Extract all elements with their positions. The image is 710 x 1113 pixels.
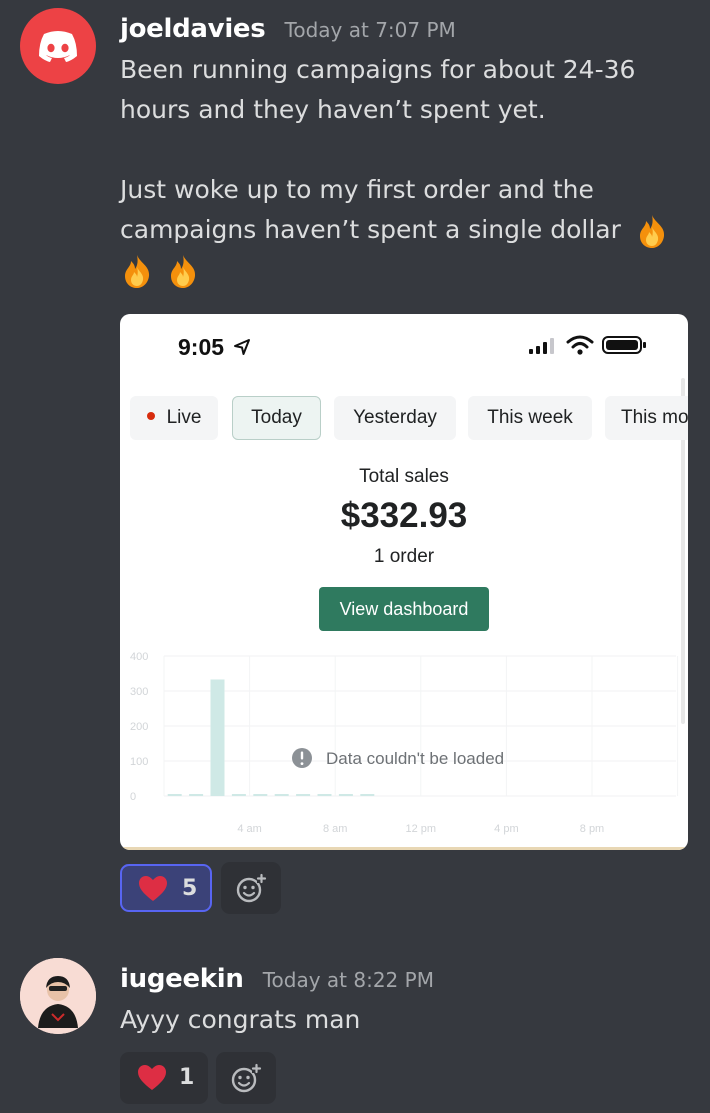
- tab-label: Live: [166, 407, 202, 428]
- add-reaction-icon: [231, 1063, 262, 1093]
- view-dashboard-button[interactable]: View dashboard: [319, 587, 489, 631]
- message-header: joeldavies Today at 7:07 PM: [120, 14, 456, 44]
- chart-bar: [231, 794, 246, 796]
- chart-error-text: Data couldn't be loaded: [326, 749, 504, 768]
- tab-this-month[interactable]: This mo: [605, 396, 688, 440]
- chart-bar: [210, 679, 225, 796]
- message-line: Just woke up to my first order and the: [120, 175, 594, 204]
- image-attachment[interactable]: 9:05 Live Today Yesterday This week This…: [120, 314, 688, 850]
- fire-emoji-icon: [170, 255, 196, 288]
- error-icon-dot: [300, 762, 304, 765]
- chart-bar: [167, 794, 182, 796]
- chart-bar: [296, 794, 311, 796]
- message-joeldavies: joeldavies Today at 7:07 PM Been running…: [0, 0, 710, 940]
- heart-emoji-icon: [139, 876, 167, 901]
- chart-bar: [189, 794, 204, 796]
- avatar-iugeekin[interactable]: [20, 958, 96, 1034]
- timestamp: Today at 7:07 PM: [284, 18, 456, 42]
- username[interactable]: iugeekin: [120, 964, 244, 994]
- message-iugeekin: iugeekin Today at 8:22 PM Ayyy congrats …: [0, 950, 710, 1113]
- message-line-text: campaigns haven’t spent a single dollar: [120, 215, 621, 244]
- total-sales-value: $332.93: [340, 496, 468, 535]
- avatar-image: [20, 958, 96, 1034]
- x-tick-label: 12 pm: [406, 823, 437, 835]
- chart-bar: [253, 794, 268, 796]
- fire-emoji-icon: [125, 255, 150, 288]
- x-tick-label: 4 pm: [494, 823, 518, 835]
- y-tick-label: 100: [130, 756, 148, 768]
- sales-chart: 400 300 200 100 0 4 am 8 am 12 pm 4 pm 8 pm Data…: [130, 651, 679, 835]
- tab-label: Yesterday: [353, 407, 437, 428]
- chart-bar: [317, 794, 332, 796]
- live-dot-icon: [146, 411, 155, 420]
- wifi-icon: [566, 335, 594, 355]
- message-header: iugeekin Today at 8:22 PM: [120, 964, 434, 994]
- message-content: Been running campaigns for about 24-36 h…: [120, 50, 680, 290]
- timestamp: Today at 8:22 PM: [262, 968, 434, 992]
- y-tick-label: 300: [130, 686, 148, 698]
- tab-label: This mo: [621, 407, 688, 428]
- tab-label: Today: [251, 407, 302, 428]
- message-line: Been running campaigns for about 24-36: [120, 55, 636, 84]
- y-tick-label: 400: [130, 651, 148, 663]
- chart-bar: [274, 794, 289, 796]
- tab-label: This week: [487, 407, 573, 428]
- battery-icon: [602, 336, 646, 354]
- x-tick-label: 8 am: [323, 823, 347, 835]
- message-line: Ayyy congrats man: [120, 1005, 361, 1034]
- add-reaction-icon: [236, 873, 267, 903]
- heart-emoji-icon: [138, 1065, 166, 1090]
- add-reaction-button[interactable]: [221, 862, 281, 914]
- order-count: 1 order: [373, 546, 435, 567]
- discord-logo-icon: [39, 31, 77, 62]
- y-tick-label: 0: [130, 791, 136, 803]
- avatar-joeldavies[interactable]: [20, 8, 96, 84]
- chart-bar: [338, 794, 353, 796]
- reaction-heart[interactable]: 5: [120, 864, 212, 912]
- reaction-count: 5: [182, 876, 198, 901]
- attachment-bottom-edge: [120, 847, 688, 850]
- chart-bar: [360, 794, 375, 796]
- tab-yesterday[interactable]: Yesterday: [334, 396, 456, 440]
- message-line-emoji: [120, 250, 680, 290]
- error-icon-mark: [300, 751, 304, 760]
- y-tick-label: 200: [130, 721, 148, 733]
- signal-icon: [529, 338, 554, 354]
- location-arrow-icon: [234, 339, 251, 355]
- message-line: campaigns haven’t spent a single dollar: [120, 210, 680, 250]
- status-time: 9:05: [178, 334, 252, 361]
- username[interactable]: joeldavies: [120, 14, 266, 44]
- date-range-tabs: Live Today Yesterday This week This mo: [130, 396, 688, 440]
- add-reaction-button[interactable]: [216, 1052, 276, 1104]
- fire-emoji-icon: [639, 215, 664, 248]
- chart-error-message: Data couldn't be loaded: [292, 748, 504, 768]
- tab-live[interactable]: Live: [130, 396, 218, 440]
- total-sales-label: Total sales: [359, 466, 449, 487]
- tab-this-week[interactable]: This week: [468, 396, 592, 440]
- message-line: hours and they haven’t spent yet.: [120, 95, 546, 124]
- x-tick-label: 4 am: [237, 823, 261, 835]
- reaction-heart[interactable]: 1: [120, 1052, 208, 1104]
- tab-today[interactable]: Today: [232, 396, 321, 440]
- reaction-count: 1: [179, 1065, 195, 1090]
- x-tick-label: 8 pm: [580, 823, 604, 835]
- status-time-text: 9:05: [178, 334, 225, 360]
- message-content: Ayyy congrats man: [120, 1000, 360, 1040]
